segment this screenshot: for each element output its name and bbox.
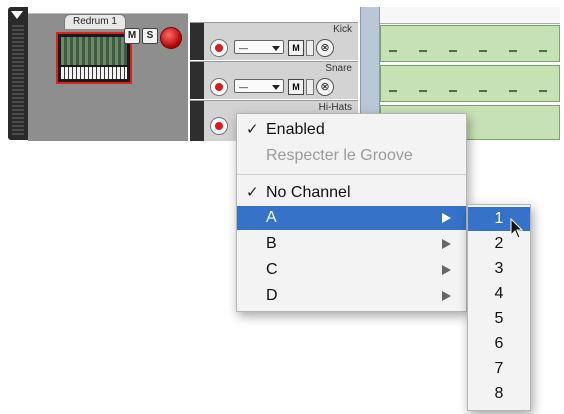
lane-level-slider[interactable] <box>306 79 314 95</box>
lane-mute-button[interactable]: M <box>288 40 304 56</box>
instrument-name-tab[interactable]: Redrum 1 <box>64 14 126 29</box>
context-menu: ✓ Enabled Respecter le Groove ✓ No Chann… <box>236 113 467 312</box>
track-handle[interactable] <box>8 7 28 140</box>
submenu-item-7[interactable]: 7 <box>468 357 530 381</box>
lane-grip-icon[interactable] <box>190 23 204 60</box>
lane-snare: Snare — M ⊗ <box>190 61 358 99</box>
submenu-item-3[interactable]: 3 <box>468 257 530 281</box>
redrum-device-thumbnail[interactable] <box>56 32 132 84</box>
close-circle-icon[interactable]: ⊗ <box>316 78 334 96</box>
triangle-right-icon <box>442 213 451 223</box>
instrument-solo-button[interactable]: S <box>142 28 158 44</box>
instrument-mute-button[interactable]: M <box>124 28 140 44</box>
lane-name: Kick <box>333 24 352 35</box>
menu-item-b[interactable]: B <box>237 232 466 256</box>
record-icon[interactable] <box>210 117 228 135</box>
record-icon[interactable] <box>210 39 228 57</box>
lane-name: Snare <box>325 63 352 74</box>
menu-item-label: C <box>266 261 278 278</box>
device-keys-graphic <box>61 67 127 79</box>
chevron-down-icon <box>272 46 280 51</box>
menu-item-d[interactable]: D <box>237 284 466 308</box>
triangle-right-icon <box>442 265 451 275</box>
device-panel-graphic <box>61 37 127 65</box>
note-marks <box>389 90 551 92</box>
instrument-record-icon[interactable] <box>160 27 182 49</box>
lane-channel-select[interactable]: — <box>234 40 284 54</box>
submenu-item-6[interactable]: 6 <box>468 332 530 356</box>
lane-grip-icon[interactable] <box>190 62 204 99</box>
menu-item-label: Enabled <box>266 121 325 138</box>
lane-mute-button[interactable]: M <box>288 79 304 95</box>
triangle-right-icon <box>442 291 451 301</box>
note-marks <box>389 50 551 52</box>
menu-separator <box>237 174 466 175</box>
submenu-item-4[interactable]: 4 <box>468 282 530 306</box>
submenu-item-5[interactable]: 5 <box>468 307 530 331</box>
chevron-down-icon <box>272 85 280 90</box>
checkmark-icon: ✓ <box>246 121 259 138</box>
lane-channel-value: — <box>239 82 248 92</box>
triangle-down-icon[interactable] <box>11 11 23 19</box>
lane-channel-select[interactable]: — <box>234 79 284 93</box>
triangle-right-icon <box>442 239 451 249</box>
menu-item-a[interactable]: A <box>237 206 466 230</box>
menu-item-respecter-le-groove: Respecter le Groove <box>237 144 466 168</box>
lane-kick: Kick — M ⊗ <box>190 22 358 60</box>
menu-item-label: B <box>266 235 277 252</box>
mouse-pointer-icon <box>510 218 524 239</box>
pattern-clip[interactable] <box>380 65 560 102</box>
lane-name: Hi-Hats <box>318 102 352 113</box>
menu-item-label: A <box>266 209 277 226</box>
timeline-ruler[interactable] <box>380 7 560 24</box>
lane-level-slider[interactable] <box>306 40 314 56</box>
close-circle-icon[interactable]: ⊗ <box>316 39 334 57</box>
pattern-clip[interactable] <box>380 25 560 62</box>
menu-item-label: No Channel <box>266 184 351 201</box>
record-icon[interactable] <box>210 78 228 96</box>
grip-icon <box>12 25 24 135</box>
menu-item-label: D <box>266 287 278 304</box>
menu-item-label: Respecter le Groove <box>266 147 413 164</box>
submenu-item-8[interactable]: 8 <box>468 382 530 406</box>
checkmark-icon: ✓ <box>246 184 259 201</box>
menu-item-c[interactable]: C <box>237 258 466 282</box>
lane-channel-value: — <box>239 43 248 53</box>
lane-grip-icon[interactable] <box>190 101 204 141</box>
menu-item-enabled[interactable]: ✓ Enabled <box>237 118 466 142</box>
menu-item-no-channel[interactable]: ✓ No Channel <box>237 181 466 205</box>
